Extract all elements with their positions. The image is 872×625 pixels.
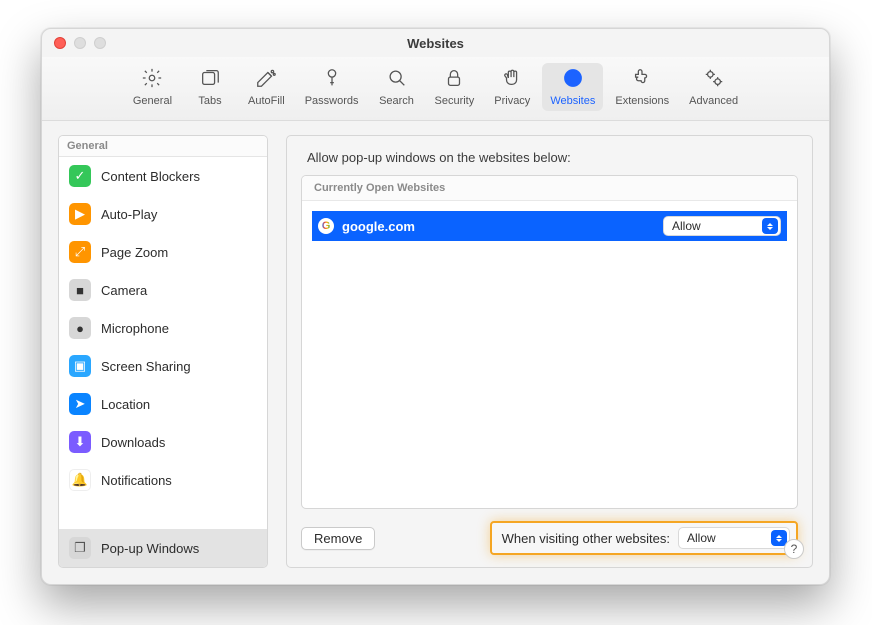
gears-icon (703, 67, 725, 92)
sidebar-item-label: Page Zoom (101, 245, 168, 260)
bottom-bar: Remove When visiting other websites: All… (301, 509, 798, 555)
minimize-window-button[interactable] (74, 37, 86, 49)
hand-icon (501, 67, 523, 92)
settings-sidebar: General ✓ Content Blockers ▶ Auto-Play ⤢… (58, 135, 268, 568)
sidebar-item-page-zoom[interactable]: ⤢ Page Zoom (59, 233, 267, 271)
sidebar-item-label: Microphone (101, 321, 169, 336)
shield-check-icon: ✓ (69, 165, 91, 187)
select-value: Allow (672, 219, 701, 233)
select-value: Allow (687, 531, 716, 545)
sidebar-list: ✓ Content Blockers ▶ Auto-Play ⤢ Page Zo… (59, 157, 267, 567)
screen-icon: ▣ (69, 355, 91, 377)
bell-icon: 🔔 (69, 469, 91, 491)
sidebar-item-label: Location (101, 397, 150, 412)
puzzle-icon (631, 67, 653, 92)
titlebar: Websites (42, 29, 829, 57)
website-domain: google.com (342, 219, 655, 234)
sidebar-item-label: Auto-Play (101, 207, 157, 222)
content-area: General ✓ Content Blockers ▶ Auto-Play ⤢… (42, 121, 829, 584)
google-favicon-icon: G (318, 218, 334, 234)
sidebar-item-label: Downloads (101, 435, 165, 450)
play-icon: ▶ (69, 203, 91, 225)
sidebar-item-content-blockers[interactable]: ✓ Content Blockers (59, 157, 267, 195)
panel-heading: Allow pop-up windows on the websites bel… (301, 148, 798, 175)
toolbar-label: Passwords (305, 95, 359, 107)
preferences-window: Websites General Tabs AutoFill Passwords… (41, 28, 830, 585)
sidebar-item-popup-windows[interactable]: ❐ Pop-up Windows (59, 529, 267, 567)
sidebar-item-microphone[interactable]: ● Microphone (59, 309, 267, 347)
default-policy-highlight: When visiting other websites: Allow (490, 521, 798, 555)
toolbar-extensions[interactable]: Extensions (607, 63, 677, 111)
sidebar-item-label: Content Blockers (101, 169, 200, 184)
window-controls (54, 37, 106, 49)
help-button[interactable]: ? (784, 539, 804, 559)
toolbar-label: Security (435, 95, 475, 107)
gear-icon (141, 67, 163, 92)
row-permission-select[interactable]: Allow (663, 216, 781, 236)
toolbar-search[interactable]: Search (371, 63, 423, 111)
sidebar-item-downloads[interactable]: ⬇ Downloads (59, 423, 267, 461)
chevron-updown-icon (762, 218, 778, 234)
table-body: G google.com Allow (302, 201, 797, 508)
key-icon (321, 67, 343, 92)
remove-button[interactable]: Remove (301, 527, 375, 550)
toolbar-label: Extensions (615, 95, 669, 107)
camera-icon: ■ (69, 279, 91, 301)
location-icon: ➤ (69, 393, 91, 415)
table-header: Currently Open Websites (302, 176, 797, 201)
default-permission-select[interactable]: Allow (678, 527, 790, 549)
main-panel: Allow pop-up windows on the websites bel… (286, 135, 813, 568)
search-icon (386, 67, 408, 92)
toolbar-advanced[interactable]: Advanced (681, 63, 746, 111)
toolbar-tabs[interactable]: Tabs (184, 63, 236, 111)
preferences-toolbar: General Tabs AutoFill Passwords Search S… (42, 57, 829, 121)
sidebar-item-auto-play[interactable]: ▶ Auto-Play (59, 195, 267, 233)
sidebar-item-label: Screen Sharing (101, 359, 191, 374)
toolbar-label: Websites (550, 95, 595, 107)
sidebar-group-header: General (59, 136, 267, 157)
sidebar-item-camera[interactable]: ■ Camera (59, 271, 267, 309)
close-window-button[interactable] (54, 37, 66, 49)
sidebar-item-label: Notifications (101, 473, 172, 488)
websites-table: Currently Open Websites G google.com All… (301, 175, 798, 509)
toolbar-security[interactable]: Security (427, 63, 483, 111)
toolbar-privacy[interactable]: Privacy (486, 63, 538, 111)
sidebar-item-notifications[interactable]: 🔔 Notifications (59, 461, 267, 499)
toolbar-general[interactable]: General (125, 63, 180, 111)
window-icon: ❐ (69, 537, 91, 559)
pencil-icon (255, 67, 277, 92)
zoom-window-button[interactable] (94, 37, 106, 49)
question-icon: ? (791, 542, 798, 556)
toolbar-label: General (133, 95, 172, 107)
default-policy-label: When visiting other websites: (502, 531, 670, 546)
sidebar-item-location[interactable]: ➤ Location (59, 385, 267, 423)
toolbar-label: Tabs (198, 95, 221, 107)
sidebar-item-screen-sharing[interactable]: ▣ Screen Sharing (59, 347, 267, 385)
toolbar-autofill[interactable]: AutoFill (240, 63, 293, 111)
toolbar-label: AutoFill (248, 95, 285, 107)
toolbar-label: Advanced (689, 95, 738, 107)
toolbar-label: Search (379, 95, 414, 107)
lock-icon (443, 67, 465, 92)
download-icon: ⬇ (69, 431, 91, 453)
microphone-icon: ● (69, 317, 91, 339)
sidebar-item-label: Pop-up Windows (101, 541, 199, 556)
tabs-icon (199, 67, 221, 92)
globe-icon (562, 67, 584, 92)
toolbar-label: Privacy (494, 95, 530, 107)
sidebar-item-label: Camera (101, 283, 147, 298)
window-title: Websites (407, 36, 464, 51)
zoom-icon: ⤢ (69, 241, 91, 263)
table-row[interactable]: G google.com Allow (312, 211, 787, 241)
toolbar-passwords[interactable]: Passwords (297, 63, 367, 111)
toolbar-websites[interactable]: Websites (542, 63, 603, 111)
